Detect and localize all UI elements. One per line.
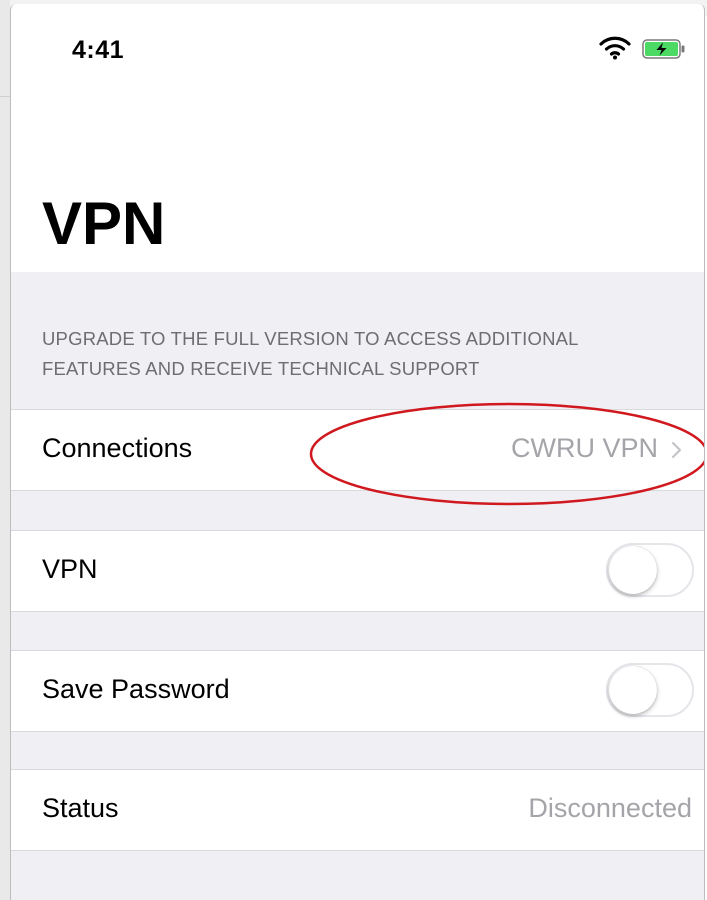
status-label: Status — [42, 793, 119, 823]
status-bar: 4:41 — [11, 4, 704, 94]
vpn-toggle[interactable] — [606, 543, 694, 597]
background-app-edge — [0, 0, 10, 900]
vpn-settings-screen: 4:41 VPN UPGRADE TO THE FULL VERSION TO … — [10, 4, 705, 900]
connections-label: Connections — [42, 433, 193, 463]
battery-charging-icon — [642, 39, 686, 64]
vpn-row: VPN — [11, 530, 704, 612]
save-password-row: Save Password — [11, 650, 704, 732]
save-password-label: Save Password — [42, 674, 230, 704]
connections-value: CWRU VPN — [511, 433, 658, 463]
status-row: Status Disconnected — [11, 769, 704, 851]
toggle-knob — [609, 546, 657, 594]
page-title: VPN — [42, 190, 166, 257]
toggle-knob — [609, 666, 657, 714]
status-value: Disconnected — [528, 793, 692, 823]
chevron-right-icon — [671, 441, 682, 464]
save-password-toggle[interactable] — [606, 663, 694, 717]
connections-row[interactable]: Connections CWRU VPN — [11, 409, 704, 491]
upgrade-notice: UPGRADE TO THE FULL VERSION TO ACCESS AD… — [42, 328, 578, 379]
wifi-icon — [599, 36, 631, 65]
vpn-label: VPN — [42, 554, 98, 584]
settings-group: UPGRADE TO THE FULL VERSION TO ACCESS AD… — [11, 272, 704, 900]
status-time: 4:41 — [72, 36, 125, 64]
